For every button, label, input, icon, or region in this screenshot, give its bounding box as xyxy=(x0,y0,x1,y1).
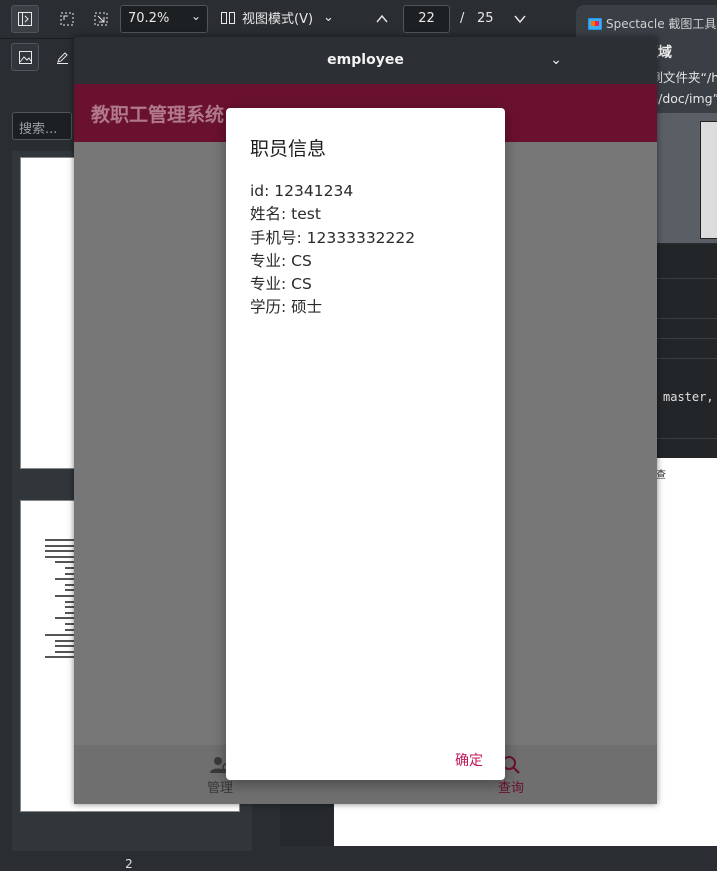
document-text-fragment: 查 xyxy=(656,470,666,481)
tab-query-label: 查询 xyxy=(497,781,524,796)
chevron-down-icon[interactable]: ⌄ xyxy=(550,37,562,83)
window-titlebar[interactable]: employee ⌄ xyxy=(74,37,657,84)
terminal-text: master, xyxy=(663,390,714,404)
sidebar-toggle-icon[interactable] xyxy=(11,5,39,33)
chevron-down-icon: ⌄ xyxy=(323,10,334,25)
notification-app: Spectacle 截图工具 xyxy=(588,15,716,32)
previous-page-icon[interactable] xyxy=(368,5,396,33)
window-title: employee xyxy=(327,52,404,68)
page-number-input[interactable]: 22 xyxy=(403,5,450,33)
thumbnail-page-number: 2 xyxy=(125,857,133,871)
employee-education: 学历: 硕士 xyxy=(250,298,323,317)
employee-id: id: 12341234 xyxy=(250,182,354,200)
tab-manage-label: 管理 xyxy=(206,781,233,796)
employee-major: 专业: CS xyxy=(250,275,312,294)
chevron-down-icon: ⌄ xyxy=(190,9,201,23)
confirm-button[interactable]: 确定 xyxy=(455,750,483,770)
annotations-tab-icon[interactable] xyxy=(48,43,76,71)
view-mode-button[interactable]: 视图模式(V) ⌄ xyxy=(220,8,334,27)
employee-major: 专业: CS xyxy=(250,251,312,270)
employee-phone: 手机号: 12333332222 xyxy=(250,228,416,247)
screenshot-thumbnail xyxy=(700,121,717,239)
next-page-icon[interactable] xyxy=(506,5,534,33)
view-mode-icon xyxy=(221,11,235,24)
dialog-title: 职员信息 xyxy=(250,138,327,160)
employee-detail-list: id: 12341234 姓名: test 手机号: 12333332222 专… xyxy=(250,180,415,320)
spectacle-icon xyxy=(588,17,602,30)
page-separator: / xyxy=(460,11,465,26)
app-title: 教职工管理系统 xyxy=(91,104,225,126)
zoom-value: 70.2% xyxy=(128,11,170,26)
employee-info-dialog: 职员信息 id: 12341234 姓名: test 手机号: 12333332… xyxy=(226,108,505,780)
thumbnail-search-input[interactable]: 搜索... xyxy=(12,112,72,140)
select-region-icon[interactable] xyxy=(53,5,81,33)
fit-page-icon[interactable] xyxy=(87,5,115,33)
zoom-select[interactable]: 70.2% ⌄ xyxy=(120,5,208,33)
thumbnails-tab-icon[interactable] xyxy=(11,43,39,71)
view-mode-label: 视图模式(V) xyxy=(242,12,314,27)
terminal-window: master, xyxy=(657,244,717,458)
notification-app-name: Spectacle 截图工具 xyxy=(606,17,717,31)
employee-name: 姓名: test xyxy=(250,205,321,224)
page-total: 25 xyxy=(477,11,494,26)
